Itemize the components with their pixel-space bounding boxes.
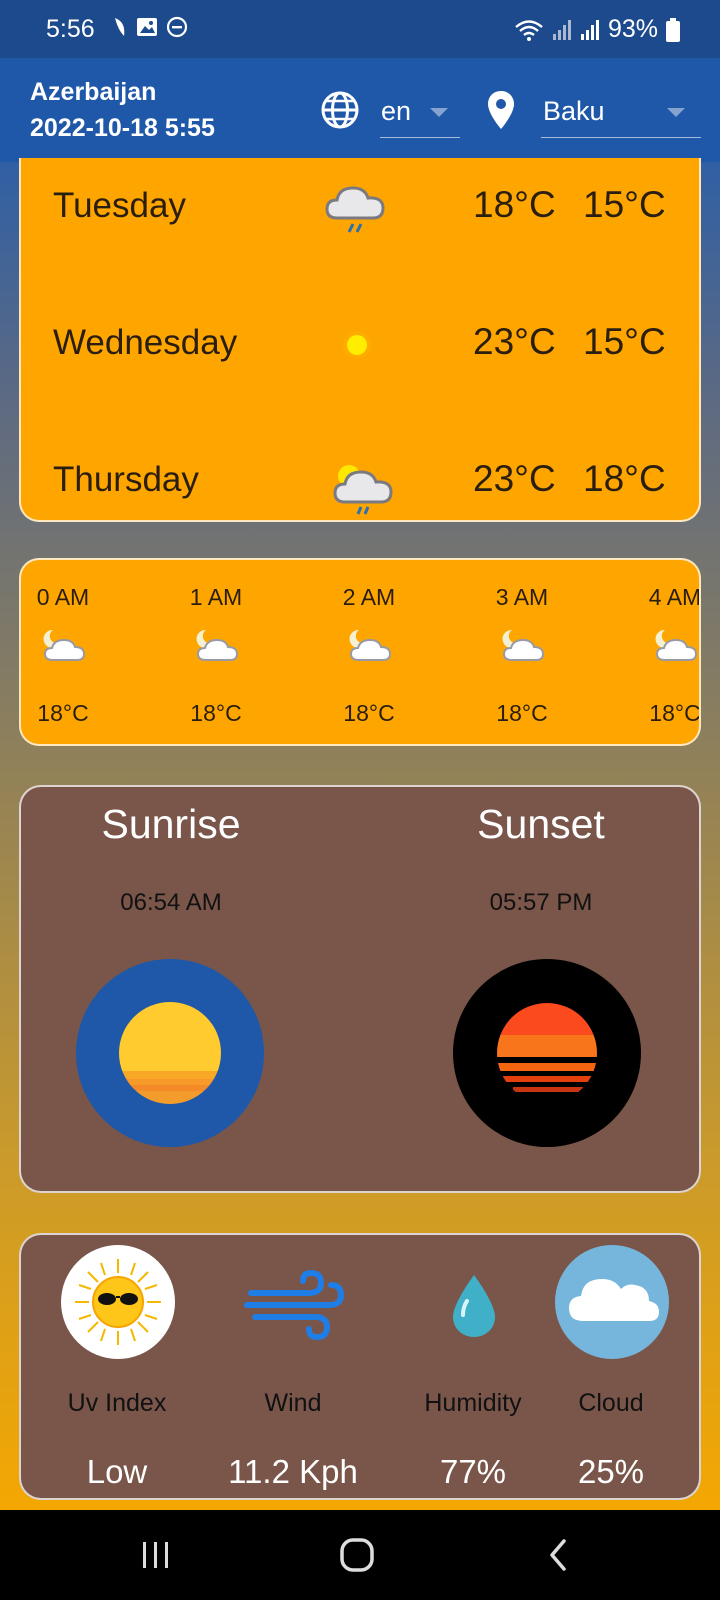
moon-cloud-icon <box>502 629 545 661</box>
hourly-item: 4 AM 18°C <box>633 560 701 740</box>
sunglasses-sun-icon <box>61 1245 175 1359</box>
sunset-label: Sunset <box>477 801 605 847</box>
water-drop-icon <box>453 1275 495 1337</box>
sunrise-icon <box>76 959 264 1147</box>
stat-cloud: Cloud 25% <box>533 1235 703 1495</box>
app-header: Azerbaijan 2022-10-18 5:55 en Baku <box>0 58 720 162</box>
globe-icon <box>321 91 359 129</box>
stat-label: Wind <box>264 1389 322 1417</box>
stat-value: 25% <box>577 1453 645 1490</box>
hour-temp: 18°C <box>37 700 89 726</box>
daily-row: Tuesday 18°C 15°C <box>21 178 703 238</box>
status-bar: 5:56 93% <box>0 0 720 58</box>
hourly-forecast-card[interactable]: 0 AM 18°C 1 AM 18°C 2 AM 18°C 3 AM 18°C … <box>19 558 701 746</box>
language-value: en <box>381 96 412 126</box>
day-name: Thursday <box>53 460 199 499</box>
hourly-item: 3 AM 18°C <box>480 560 580 740</box>
hour-time: 1 AM <box>189 584 243 610</box>
city-value: Baku <box>543 96 605 126</box>
hour-time: 2 AM <box>342 584 396 610</box>
hourly-item: 0 AM 18°C <box>21 560 121 740</box>
sunset-icon <box>453 959 641 1147</box>
stat-label: Cloud <box>578 1389 644 1417</box>
hour-temp: 18°C <box>190 700 242 726</box>
stat-uv-index: Uv Index Low <box>39 1235 209 1495</box>
system-nav-bar <box>0 1510 720 1600</box>
signal-icon <box>552 19 571 40</box>
sunset-time: 05:57 PM <box>489 889 593 916</box>
day-max-temp: 23°C <box>473 458 556 499</box>
day-name: Tuesday <box>53 186 186 225</box>
hour-temp: 18°C <box>496 700 548 726</box>
stat-value: 11.2 Kph <box>228 1453 358 1490</box>
battery-icon <box>666 17 680 42</box>
sunrise-label: Sunrise <box>101 801 241 847</box>
stat-label: Humidity <box>424 1389 522 1417</box>
moon-cloud-icon <box>196 629 239 661</box>
chevron-down-icon <box>430 108 448 117</box>
status-time: 5:56 <box>46 15 95 43</box>
moon-cloud-icon <box>43 629 86 661</box>
dnd-icon <box>166 16 188 38</box>
daily-row: Wednesday 23°C 15°C <box>21 315 703 375</box>
day-name: Wednesday <box>53 323 238 362</box>
day-max-temp: 23°C <box>473 321 556 362</box>
moon-cloud-icon <box>655 629 698 661</box>
day-min-temp: 15°C <box>583 184 666 225</box>
home-icon[interactable] <box>328 1532 388 1578</box>
sun-icon <box>343 331 371 359</box>
language-dropdown[interactable]: en <box>380 84 460 138</box>
hour-temp: 18°C <box>649 700 701 726</box>
country-name: Azerbaijan <box>30 78 157 106</box>
day-max-temp: 18°C <box>473 184 556 225</box>
signal-icon <box>580 19 599 40</box>
back-icon[interactable] <box>530 1532 590 1578</box>
notification-icon <box>115 18 125 36</box>
location-pin-icon <box>488 91 514 129</box>
chevron-down-icon <box>667 108 685 117</box>
battery-percent: 93% <box>607 15 658 43</box>
wind-icon <box>244 1269 345 1341</box>
day-min-temp: 15°C <box>583 321 666 362</box>
stat-label: Uv Index <box>67 1389 167 1417</box>
stat-wind: Wind 11.2 Kph <box>215 1235 385 1495</box>
recent-apps-icon[interactable] <box>126 1532 186 1578</box>
wifi-icon <box>515 19 543 41</box>
hour-temp: 18°C <box>343 700 395 726</box>
local-datetime: 2022-10-18 5:55 <box>30 114 215 142</box>
hourly-item: 1 AM 18°C <box>174 560 274 740</box>
city-dropdown[interactable]: Baku <box>541 84 701 138</box>
rain-cloud-icon <box>325 186 385 233</box>
gallery-icon <box>137 18 157 36</box>
weather-stats-card: Uv Index Low Wind 11.2 Kph Humidity 77% … <box>19 1233 701 1500</box>
hour-time: 0 AM <box>36 584 90 610</box>
stat-value: 77% <box>439 1453 507 1490</box>
hour-time: 4 AM <box>648 584 701 610</box>
sunrise-time: 06:54 AM <box>120 889 222 916</box>
hourly-item: 2 AM 18°C <box>327 560 427 740</box>
partly-cloudy-rain-icon <box>333 465 393 515</box>
daily-forecast-card: Tuesday 18°C 15°C Wednesday 23°C 15°C Th… <box>19 158 701 522</box>
sun-times-card: Sunrise 06:54 AM Sunset 05:57 PM <box>19 785 701 1193</box>
cloud-icon <box>555 1245 669 1359</box>
day-min-temp: 18°C <box>583 458 666 499</box>
stat-value: Low <box>86 1453 148 1490</box>
daily-row: Thursday 23°C 18°C <box>21 452 703 515</box>
hour-time: 3 AM <box>495 584 549 610</box>
moon-cloud-icon <box>349 629 392 661</box>
